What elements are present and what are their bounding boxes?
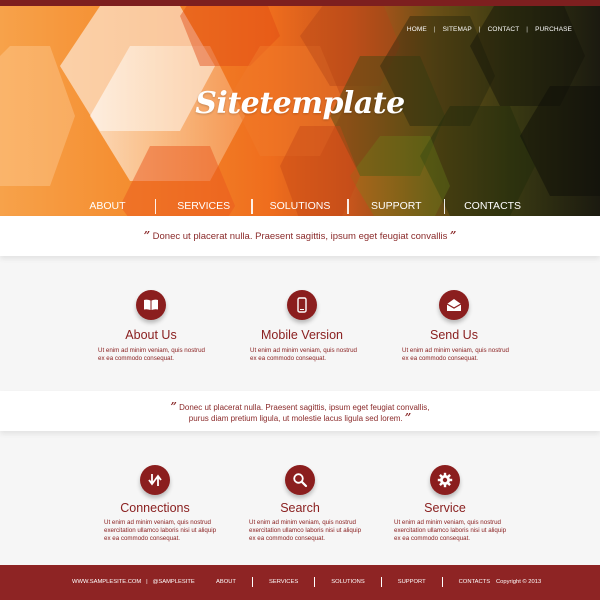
quote-text: Donec ut placerat nulla. Praesent sagitt…	[179, 403, 430, 412]
footer: WWW.SAMPLESITE.COM | @SAMPLESITE ABOUT S…	[0, 565, 600, 600]
feature-description: Ut enim ad minim veniam, quis nostrud ex…	[104, 519, 216, 543]
quote-open-icon: ”	[143, 229, 151, 242]
desc-line: ex ea commodo consequat.	[250, 355, 327, 362]
desc-line: ex ea commodo consequat.	[98, 355, 175, 362]
feature-title: Connections	[120, 501, 190, 515]
separator: |	[526, 26, 529, 33]
footer-nav-services[interactable]: SERVICES	[253, 579, 314, 585]
nav-item-support[interactable]: SUPPORT	[349, 200, 444, 212]
feature-title: Send Us	[430, 328, 478, 342]
feature-description: Ut enim ad minim veniam, quis nostrud ex…	[249, 519, 361, 543]
nav-item-solutions[interactable]: SOLUTIONS	[253, 200, 348, 212]
nav-item-services[interactable]: SERVICES	[156, 200, 251, 212]
mobile-icon	[287, 290, 317, 320]
footer-nav-support[interactable]: SUPPORT	[382, 579, 442, 585]
desc-line: exercitation ullamco laboris nisi ut ali…	[394, 527, 507, 534]
feature-title: About Us	[125, 328, 177, 342]
feature-description: Ut enim ad minim veniam, quis nostrud ex…	[250, 347, 357, 363]
feature-title: Search	[280, 501, 320, 515]
quote-open-icon: ”	[170, 400, 177, 413]
top-menu-home[interactable]: HOME	[407, 26, 427, 33]
footer-site-url[interactable]: WWW.SAMPLESITE.COM	[72, 579, 141, 585]
quote-close-icon: ”	[404, 411, 412, 424]
quote-close-icon: ”	[449, 229, 457, 242]
desc-line: Ut enim ad minim veniam, quis nostrud	[249, 519, 356, 526]
nav-divider	[347, 198, 349, 214]
top-menu-contact[interactable]: CONTACT	[488, 26, 520, 33]
desc-line: ex ea commodo consequat.	[402, 355, 479, 362]
separator: |	[478, 26, 481, 33]
nav-divider	[251, 198, 253, 214]
transfer-arrows-icon	[140, 465, 170, 495]
site-logo[interactable]: Sitetemplate	[0, 86, 600, 121]
feature-description: Ut enim ad minim veniam, quis nostrud ex…	[98, 347, 205, 363]
nav-item-about[interactable]: ABOUT	[60, 200, 155, 212]
top-menu: HOME | SITEMAP | CONTACT | PURCHASE	[407, 26, 572, 33]
quote-line-2: purus diam pretium ligula, ut molestie l…	[0, 411, 600, 424]
features-bottom: Connections Ut enim ad minim veniam, qui…	[0, 433, 600, 561]
feature-title: Service	[424, 501, 466, 515]
hero-header: HOME | SITEMAP | CONTACT | PURCHASE Site…	[0, 6, 600, 216]
desc-line: ex ea commodo consequat.	[104, 535, 181, 542]
gear-icon	[430, 465, 460, 495]
desc-line: Ut enim ad minim veniam, quis nostrud	[104, 519, 211, 526]
top-menu-sitemap[interactable]: SITEMAP	[443, 26, 472, 33]
quote-text: purus diam pretium ligula, ut molestie l…	[188, 414, 403, 423]
nav-divider	[154, 198, 157, 214]
nav-item-contacts[interactable]: CONTACTS	[445, 200, 540, 212]
quote-band-top: ” Donec ut placerat nulla. Praesent sagi…	[0, 216, 600, 256]
features-top: About Us Ut enim ad minim veniam, quis n…	[0, 258, 600, 388]
nav-divider	[443, 198, 446, 214]
main-nav: ABOUT SERVICES SOLUTIONS SUPPORT CONTACT…	[60, 196, 540, 216]
desc-line: ex ea commodo consequat.	[394, 535, 471, 542]
book-icon	[136, 290, 166, 320]
desc-line: Ut enim ad minim veniam, quis nostrud	[98, 347, 205, 354]
footer-social-handle[interactable]: @SAMPLESITE	[152, 579, 194, 585]
footer-nav-solutions[interactable]: SOLUTIONS	[315, 579, 381, 585]
separator: |	[433, 26, 436, 33]
footer-site-info: WWW.SAMPLESITE.COM | @SAMPLESITE	[72, 579, 195, 585]
desc-line: ex ea commodo consequat.	[249, 535, 326, 542]
copyright: Copyright © 2013	[496, 579, 542, 585]
feature-description: Ut enim ad minim veniam, quis nostrud ex…	[394, 519, 506, 543]
footer-nav: ABOUT SERVICES SOLUTIONS SUPPORT CONTACT…	[200, 576, 506, 588]
desc-line: Ut enim ad minim veniam, quis nostrud	[402, 347, 509, 354]
desc-line: Ut enim ad minim veniam, quis nostrud	[250, 347, 357, 354]
envelope-icon	[439, 290, 469, 320]
desc-line: exercitation ullamco laboris nisi ut ali…	[104, 527, 217, 534]
feature-title: Mobile Version	[261, 328, 343, 342]
quote-text: Donec ut placerat nulla. Praesent sagitt…	[152, 231, 448, 242]
desc-line: exercitation ullamco laboris nisi ut ali…	[249, 527, 362, 534]
search-icon	[285, 465, 315, 495]
desc-line: Ut enim ad minim veniam, quis nostrud	[394, 519, 501, 526]
feature-description: Ut enim ad minim veniam, quis nostrud ex…	[402, 347, 509, 363]
top-menu-purchase[interactable]: PURCHASE	[535, 26, 572, 33]
quote-line-1: ” Donec ut placerat nulla. Praesent sagi…	[0, 400, 600, 413]
footer-nav-about[interactable]: ABOUT	[200, 579, 252, 585]
quote-band-middle: ” Donec ut placerat nulla. Praesent sagi…	[0, 391, 600, 431]
separator: |	[146, 579, 148, 585]
